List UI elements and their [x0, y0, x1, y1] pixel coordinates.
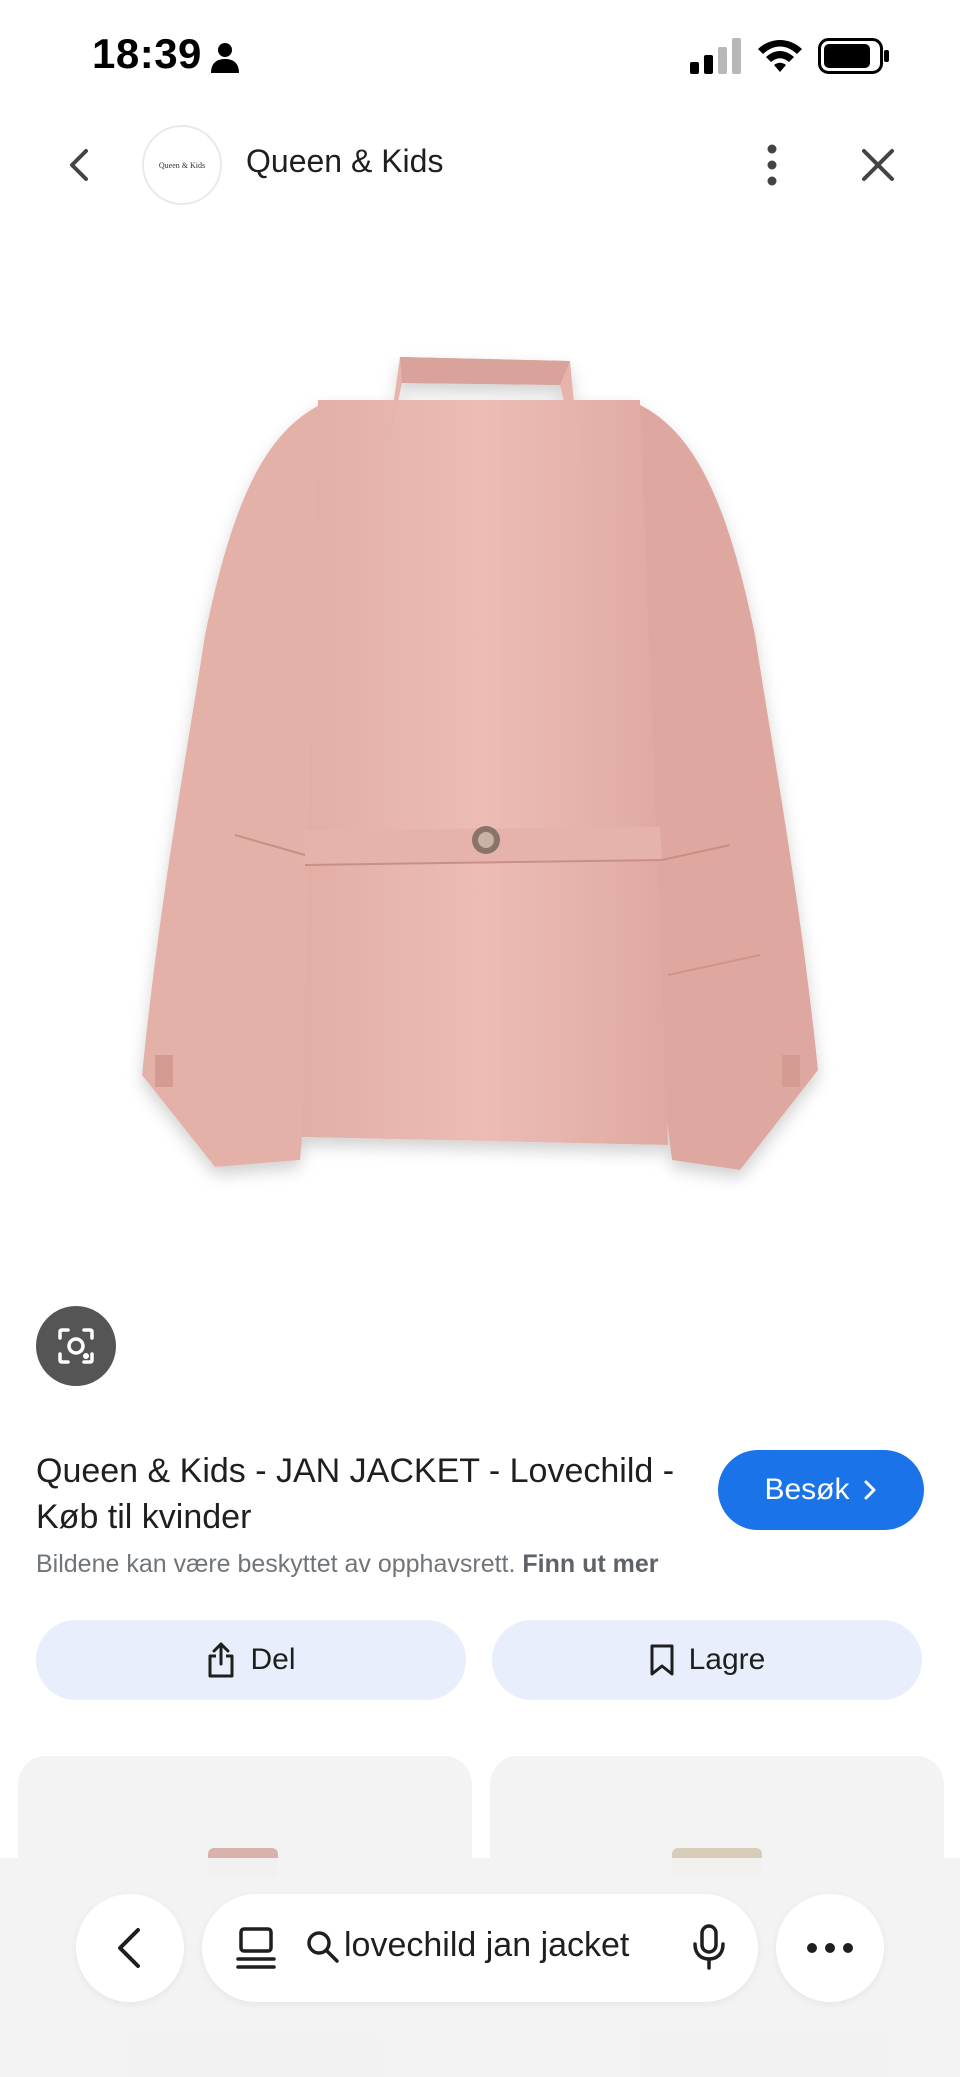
lens-camera-icon — [58, 1328, 94, 1364]
site-name[interactable]: Queen & Kids — [246, 143, 443, 180]
wifi-icon — [758, 40, 802, 72]
visit-button-label: Besøk — [764, 1473, 850, 1506]
status-time: 18:39 — [92, 30, 202, 77]
bookmark-icon — [650, 1644, 674, 1676]
google-lens-button[interactable] — [36, 1306, 116, 1386]
site-logo-text: Queen & Kids — [158, 160, 206, 170]
save-button-label: Lagre — [688, 1643, 766, 1676]
more-options-button[interactable] — [776, 1894, 884, 2002]
battery-icon — [818, 38, 889, 74]
person-icon — [211, 43, 239, 73]
chevron-right-icon — [864, 1480, 876, 1500]
chevron-left-icon — [118, 1928, 140, 1968]
learn-more-link[interactable]: Finn ut mer — [522, 1550, 658, 1578]
share-button-label: Del — [250, 1643, 296, 1676]
jacket-image — [142, 357, 818, 1170]
cellular-signal-icon — [690, 38, 741, 74]
share-button[interactable]: Del — [36, 1620, 466, 1700]
product-title[interactable]: Queen & Kids - JAN JACKET - Lovechild - … — [36, 1448, 676, 1540]
header-bar: Queen & Kids Queen & Kids — [0, 115, 960, 215]
bottom-toolbar: lovechild jan jacket — [0, 1858, 960, 2077]
search-query[interactable]: lovechild jan jacket — [344, 1926, 629, 1965]
close-icon[interactable] — [858, 145, 898, 185]
more-horizontal-icon — [807, 1943, 853, 1953]
back-button[interactable] — [76, 1894, 184, 2002]
share-icon — [208, 1642, 234, 1678]
save-button[interactable]: Lagre — [492, 1620, 922, 1700]
tabs-icon[interactable] — [236, 1926, 276, 1970]
site-logo[interactable]: Queen & Kids — [142, 125, 222, 205]
kebab-menu-icon[interactable] — [756, 141, 788, 189]
chevron-left-icon[interactable] — [60, 145, 100, 185]
product-image[interactable] — [0, 215, 960, 1280]
search-icon — [307, 1931, 339, 1963]
visit-button[interactable]: Besøk — [718, 1450, 924, 1530]
microphone-icon[interactable] — [692, 1924, 726, 1970]
copyright-text: Bildene kan være beskyttet av opphavsret… — [36, 1550, 516, 1578]
copyright-notice: Bildene kan være beskyttet av opphavsret… — [36, 1550, 659, 1579]
status-bar: 18:39 — [0, 0, 960, 115]
search-bar[interactable]: lovechild jan jacket — [202, 1894, 758, 2002]
